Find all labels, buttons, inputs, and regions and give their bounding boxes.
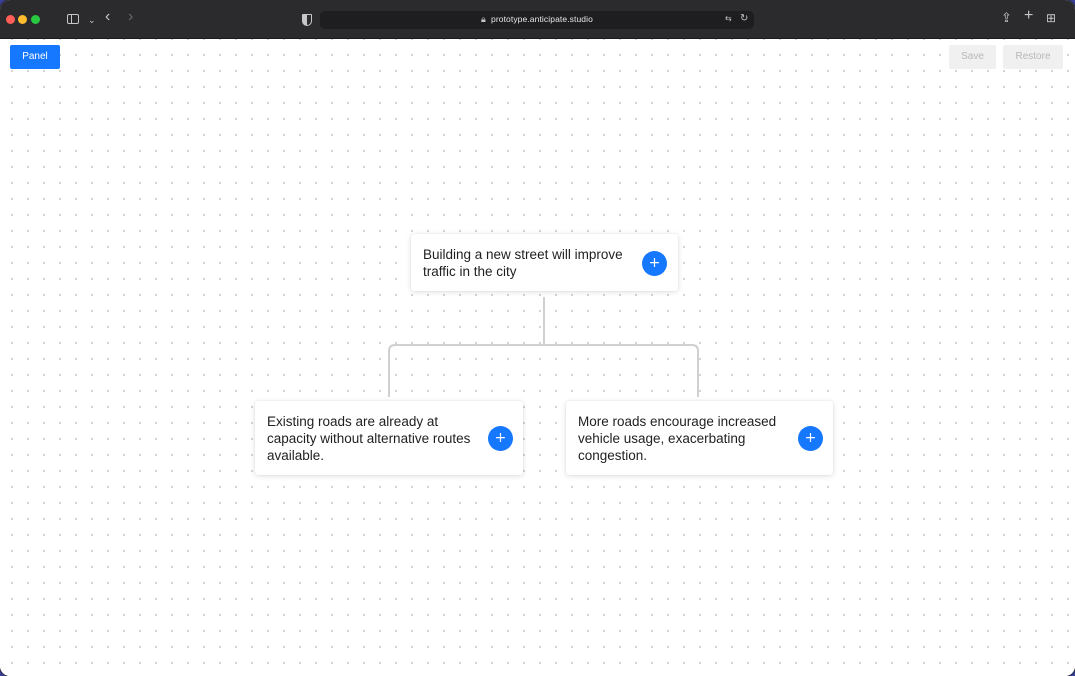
- chevron-down-icon[interactable]: ⌄: [88, 14, 96, 26]
- browser-toolbar: ⌄ ‹ › 🔒︎ prototype.anticipate.studio ⇆ ↻…: [0, 0, 1075, 39]
- minimize-window-button[interactable]: [18, 15, 27, 24]
- child-node[interactable]: Existing roads are already at capacity w…: [255, 401, 523, 475]
- shield-icon[interactable]: [302, 14, 312, 26]
- reload-icon[interactable]: ↻: [740, 13, 748, 24]
- browser-window: ⌄ ‹ › 🔒︎ prototype.anticipate.studio ⇆ ↻…: [0, 0, 1075, 676]
- mindmap-canvas[interactable]: Panel Save Restore Building a new street…: [0, 39, 1075, 676]
- sidebar-icon[interactable]: [67, 14, 79, 24]
- root-node-text: Building a new street will improve traff…: [423, 247, 623, 279]
- connector-branch-bar: [388, 344, 699, 397]
- tree-connectors: [388, 297, 699, 397]
- chevron-right-icon[interactable]: ›: [128, 9, 133, 25]
- add-child-button[interactable]: +: [798, 426, 823, 451]
- address-bar[interactable]: 🔒︎ prototype.anticipate.studio ⇆ ↻: [320, 11, 754, 29]
- child-node-text: Existing roads are already at capacity w…: [267, 414, 471, 463]
- share-icon[interactable]: ⇪: [1001, 11, 1012, 24]
- lock-icon: 🔒︎: [481, 14, 486, 24]
- add-child-button[interactable]: +: [642, 251, 667, 276]
- child-node-text: More roads encourage increased vehicle u…: [578, 414, 777, 463]
- zoom-window-button[interactable]: [31, 15, 40, 24]
- url-text[interactable]: prototype.anticipate.studio: [491, 14, 593, 24]
- root-node[interactable]: Building a new street will improve traff…: [411, 234, 678, 291]
- child-node[interactable]: More roads encourage increased vehicle u…: [566, 401, 833, 475]
- chevron-left-icon[interactable]: ‹: [105, 9, 110, 25]
- add-child-button[interactable]: +: [488, 426, 513, 451]
- translate-icon[interactable]: ⇆: [725, 14, 732, 23]
- grid-icon[interactable]: ⊞: [1046, 12, 1056, 24]
- close-window-button[interactable]: [6, 15, 15, 24]
- plus-icon[interactable]: +: [1024, 8, 1033, 24]
